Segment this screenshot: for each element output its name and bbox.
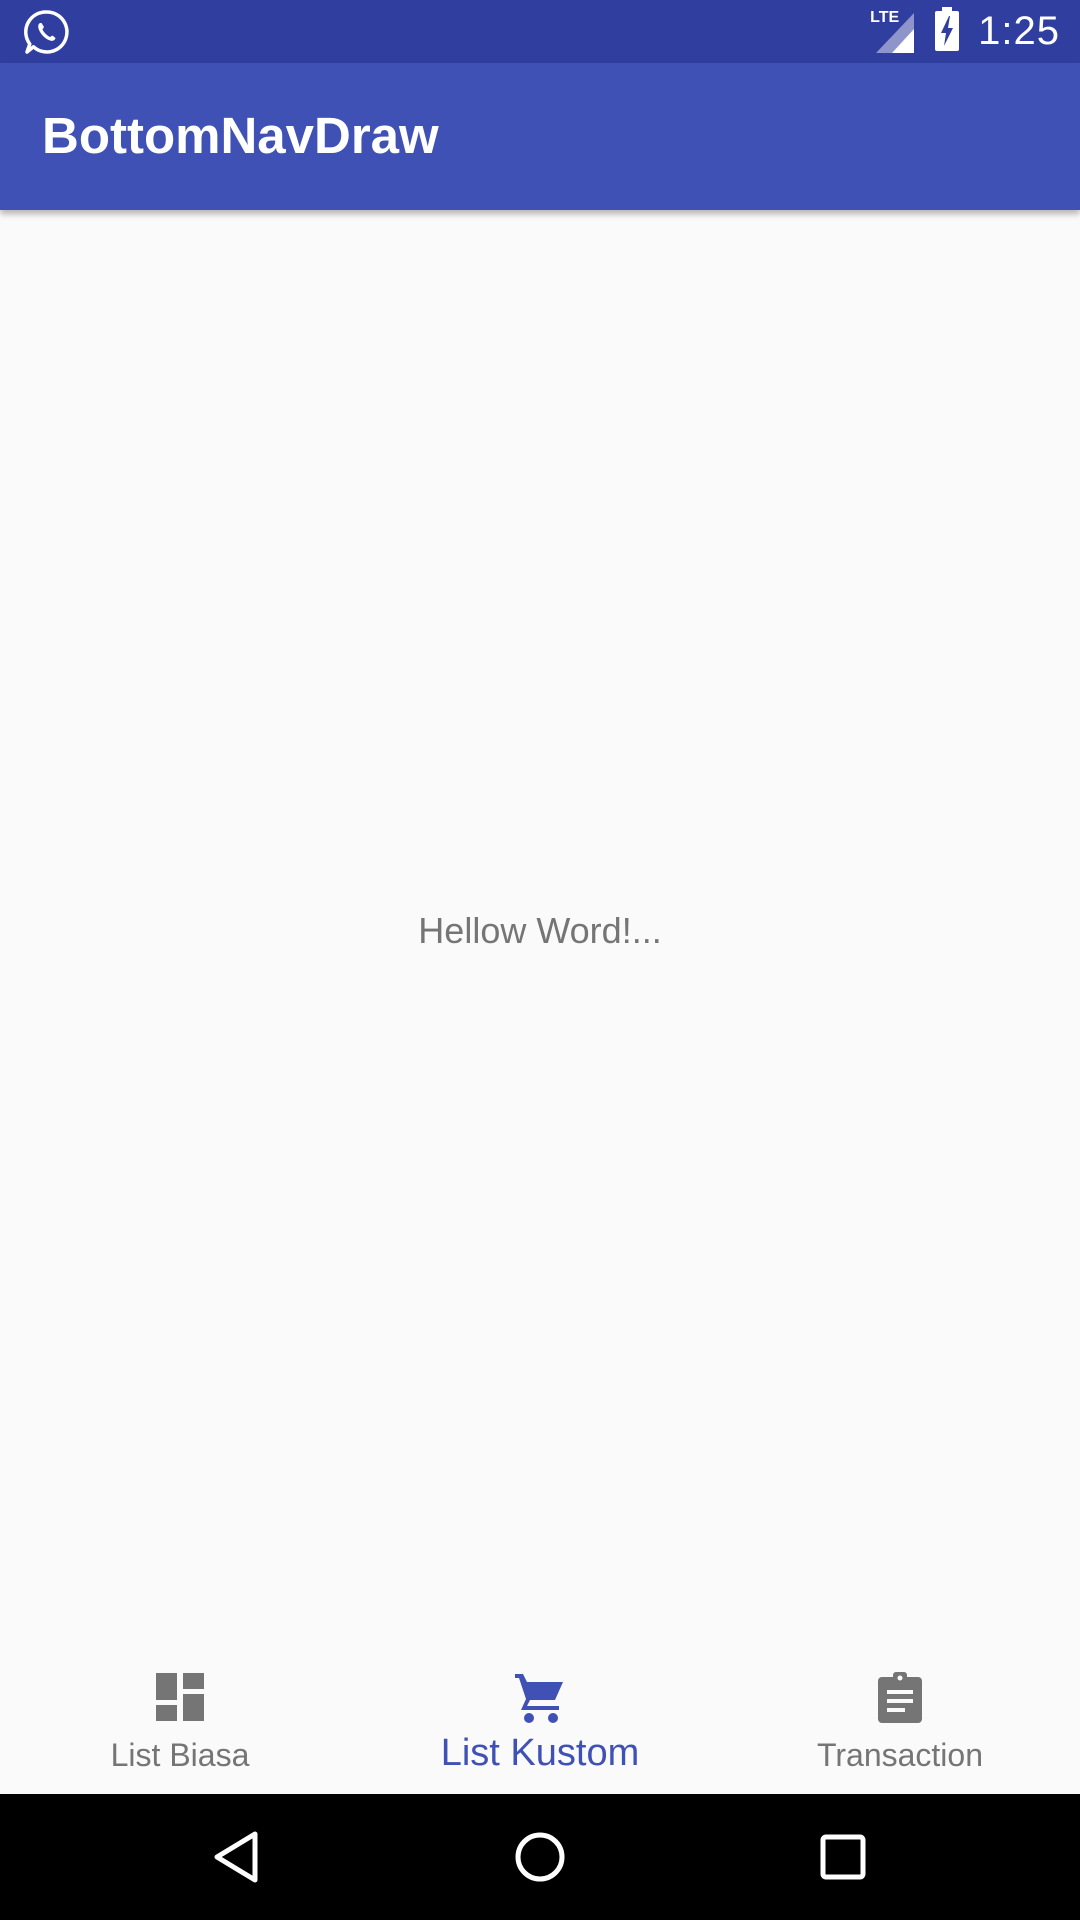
screen: LTE 1:25 BottomNavDraw Hellow Word!... L… <box>0 0 1080 1920</box>
bottom-navigation: List Biasa List Kustom Transaction <box>0 1655 1080 1794</box>
nav-item-list-biasa[interactable]: List Biasa <box>0 1655 360 1794</box>
home-icon[interactable] <box>507 1824 573 1890</box>
status-icons: LTE 1:25 <box>870 0 1060 63</box>
nav-item-list-kustom[interactable]: List Kustom <box>360 1655 720 1794</box>
back-icon[interactable] <box>203 1824 269 1890</box>
main-content: Hellow Word!... <box>0 210 1080 1655</box>
lte-label: LTE <box>870 8 900 26</box>
app-bar: BottomNavDraw <box>0 63 1080 210</box>
hello-text: Hellow Word!... <box>418 910 662 951</box>
status-time: 1:25 <box>978 9 1060 53</box>
recents-icon[interactable] <box>810 1824 876 1890</box>
nav-label-list-biasa: List Biasa <box>110 1737 250 1773</box>
clipboard-icon <box>872 1669 928 1725</box>
nav-label-transaction: Transaction <box>817 1737 983 1773</box>
nav-item-transaction[interactable]: Transaction <box>720 1655 1080 1794</box>
dashboard-icon <box>152 1669 208 1725</box>
shopping-cart-icon <box>512 1669 568 1725</box>
app-title: BottomNavDraw <box>42 107 439 164</box>
system-navigation-bar <box>0 1794 1080 1920</box>
battery-charging-icon <box>934 6 960 57</box>
nav-label-list-kustom: List Kustom <box>440 1732 640 1774</box>
lte-signal-icon: LTE <box>870 9 916 55</box>
whatsapp-icon <box>24 9 70 55</box>
status-bar: LTE 1:25 <box>0 0 1080 63</box>
